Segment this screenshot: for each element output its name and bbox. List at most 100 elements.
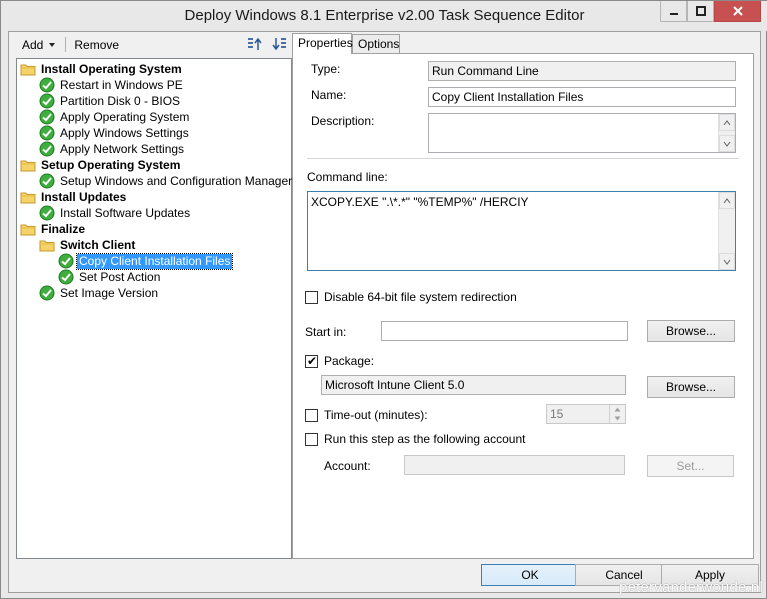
description-field[interactable] (428, 113, 736, 153)
tab-label: Options (358, 37, 400, 51)
title-bar[interactable]: Deploy Windows 8.1 Enterprise v2.00 Task… (1, 1, 767, 31)
scroll-up-button[interactable] (719, 114, 735, 131)
scroll-down-button[interactable] (719, 253, 735, 270)
tree-item-label: Switch Client (60, 237, 136, 252)
tree-item-label: Install Software Updates (60, 205, 191, 220)
timeout-checkbox[interactable] (305, 409, 318, 422)
scroll-down-button[interactable] (719, 135, 735, 152)
type-field: Run Command Line (428, 61, 736, 81)
remove-label: Remove (74, 37, 120, 52)
tree-group-install-operating-system[interactable]: Install Operating System (20, 61, 184, 77)
tree-group-install-updates[interactable]: Install Updates (20, 189, 128, 205)
section-divider (307, 158, 739, 159)
tree-step-install-software-updates[interactable]: Install Software Updates (39, 205, 192, 221)
spin-up-icon (610, 405, 625, 414)
description-scrollbar[interactable] (718, 114, 735, 152)
tree-item-label: Set Image Version (60, 285, 159, 300)
tree-toolbar: Add Remove (16, 32, 292, 57)
command-line-value: XCOPY.EXE ".\*.*" "%TEMP%" /HERCIY (311, 195, 529, 209)
close-button[interactable] (714, 1, 761, 22)
checkmark-icon: ✔ (307, 354, 318, 368)
green-check-icon (39, 125, 55, 141)
scroll-down-icon (723, 259, 731, 265)
tree-step-copy-client-installation-files[interactable]: Copy Client Installation Files (58, 252, 234, 270)
name-field[interactable]: Copy Client Installation Files (428, 87, 736, 107)
account-label: Account: (324, 459, 371, 473)
task-sequence-tree[interactable]: Install Operating System Restart in Wind… (16, 58, 292, 559)
tab-label: Properties (298, 36, 353, 50)
tree-item-label: Set Post Action (79, 269, 161, 284)
timeout-label: Time-out (minutes): (324, 408, 428, 422)
spinner-arrows (609, 405, 625, 423)
scroll-up-button[interactable] (719, 192, 735, 209)
tree-step-restart-in-windows-pe[interactable]: Restart in Windows PE (39, 77, 185, 93)
window-title: Deploy Windows 8.1 Enterprise v2.00 Task… (184, 7, 585, 24)
ok-button[interactable]: OK (481, 564, 579, 586)
tree-step-partition-disk[interactable]: Partition Disk 0 - BIOS (39, 93, 182, 109)
disable-redirection-checkbox[interactable] (305, 291, 318, 304)
watermark: petervanderwoude.nl (619, 579, 763, 596)
start-in-field[interactable] (381, 321, 628, 341)
task-sequence-pane: Add Remove Install Operating System Rest… (16, 32, 292, 559)
package-checkbox[interactable]: ✔ (305, 354, 318, 368)
green-check-icon (39, 285, 55, 301)
close-icon (732, 6, 743, 16)
command-line-field[interactable]: XCOPY.EXE ".\*.*" "%TEMP%" /HERCIY (307, 191, 736, 271)
maximize-button[interactable] (687, 1, 714, 22)
green-check-icon (39, 109, 55, 125)
browse-label: Browse... (665, 324, 716, 338)
add-menu-button[interactable]: Add (16, 35, 63, 55)
command-line-scrollbar[interactable] (718, 192, 735, 270)
tree-group-setup-operating-system[interactable]: Setup Operating System (20, 157, 182, 173)
tree-step-apply-operating-system[interactable]: Apply Operating System (39, 109, 191, 125)
tree-step-set-image-version[interactable]: Set Image Version (39, 285, 160, 301)
tree-step-apply-windows-settings[interactable]: Apply Windows Settings (39, 125, 191, 141)
disable-redirection-label: Disable 64-bit file system redirection (324, 290, 517, 304)
tree-step-set-post-action[interactable]: Set Post Action (58, 269, 162, 285)
move-down-button[interactable] (270, 35, 288, 53)
folder-icon (20, 192, 36, 204)
editor-client-area: Add Remove Install Operating System Rest… (8, 31, 761, 593)
start-in-browse-button[interactable]: Browse... (647, 320, 735, 342)
set-account-button: Set... (647, 455, 734, 477)
tree-group-switch-client[interactable]: Switch Client (39, 237, 137, 253)
tree-item-label: Finalize (41, 221, 86, 236)
tree-step-setup-windows-and-configmgr[interactable]: Setup Windows and Configuration Manager (39, 173, 294, 189)
tree-group-finalize[interactable]: Finalize (20, 221, 87, 237)
scroll-down-icon (723, 141, 731, 147)
tree-item-label: Setup Windows and Configuration Manager (60, 173, 293, 188)
type-label: Type: (311, 62, 341, 76)
run-as-account-checkbox[interactable] (305, 433, 318, 446)
package-browse-button[interactable]: Browse... (647, 376, 735, 398)
tree-item-label: Install Updates (41, 189, 127, 204)
tab-options[interactable]: Options (352, 34, 400, 54)
remove-button[interactable]: Remove (68, 35, 125, 55)
name-label: Name: (311, 88, 347, 102)
tree-item-label: Apply Network Settings (60, 141, 185, 156)
set-label: Set... (676, 459, 705, 473)
add-label: Add (22, 37, 44, 52)
task-sequence-editor-window: Deploy Windows 8.1 Enterprise v2.00 Task… (0, 0, 767, 599)
dropdown-arrow-icon (49, 42, 56, 47)
description-label: Description: (311, 114, 375, 128)
folder-icon (20, 224, 36, 236)
green-check-icon (39, 173, 55, 189)
minimize-button[interactable] (660, 1, 687, 22)
tree-item-label: Install Operating System (41, 61, 182, 76)
move-down-icon (272, 38, 286, 51)
tree-step-apply-network-settings[interactable]: Apply Network Settings (39, 141, 186, 157)
ok-label: OK (521, 568, 539, 582)
account-field (404, 455, 625, 475)
move-up-button[interactable] (246, 35, 264, 53)
toolbar-right-icons (246, 35, 288, 53)
tab-properties[interactable]: Properties (292, 33, 353, 54)
start-in-label: Start in: (305, 325, 347, 339)
folder-icon (20, 160, 36, 172)
tree-item-label: Setup Operating System (41, 157, 181, 172)
command-line-label: Command line: (307, 170, 388, 184)
green-check-icon (39, 93, 55, 109)
move-up-icon (248, 37, 262, 50)
toolbar-separator (65, 37, 67, 52)
green-check-icon (58, 269, 74, 285)
tree-item-label: Restart in Windows PE (60, 77, 183, 92)
